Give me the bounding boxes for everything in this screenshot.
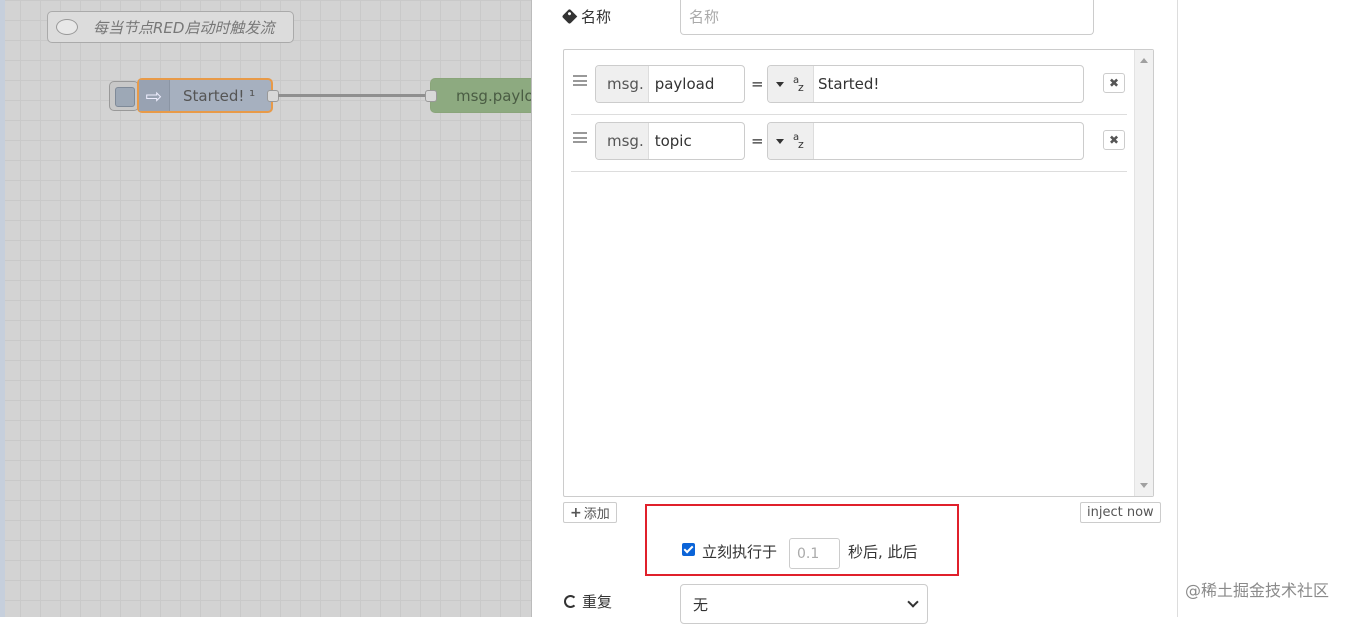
inject-once-label: 立刻执行于 — [702, 543, 778, 561]
workspace-left-edge — [0, 0, 5, 617]
comment-node[interactable]: 每当节点RED启动时触发流 — [47, 11, 294, 43]
repeat-label-text: 重复 — [582, 593, 613, 611]
debug-node[interactable]: msg.payload — [430, 78, 531, 113]
property-row: msg. topic = az ✖ — [571, 114, 1127, 172]
inject-node-label: Started! ¹ — [183, 86, 256, 105]
debug-node-label: msg.payload — [456, 86, 531, 105]
repeat-label: 重复 — [564, 591, 612, 612]
properties-scrollbar[interactable] — [1134, 50, 1153, 496]
property-value-input[interactable]: az Started! — [767, 65, 1084, 103]
property-field-text: payload — [654, 75, 715, 93]
repeat-select-value: 无 — [693, 595, 709, 614]
inject-node[interactable]: ⇨ Started! ¹ — [137, 78, 273, 113]
once-after-label: 秒后, 此后 — [848, 543, 918, 561]
scroll-down-arrow-icon[interactable] — [1140, 483, 1148, 488]
name-input[interactable] — [680, 0, 1094, 35]
property-value-input[interactable]: az — [767, 122, 1084, 160]
name-label-text: 名称 — [581, 8, 612, 26]
property-name-input[interactable]: msg. payload — [595, 65, 745, 103]
properties-list[interactable]: msg. payload = az Started! ✖ msg. topic … — [563, 49, 1154, 497]
add-property-button[interactable]: + 添加 — [563, 502, 617, 523]
msg-prefix-selector[interactable]: msg. — [596, 123, 649, 159]
comment-bubble-icon — [56, 19, 78, 35]
once-delay-placeholder: 0.1 — [797, 545, 820, 562]
value-type-selector[interactable]: az — [768, 66, 814, 102]
inject-now-label: inject now — [1087, 505, 1154, 520]
scroll-up-arrow-icon[interactable] — [1140, 58, 1148, 63]
caret-down-icon — [776, 81, 784, 87]
inject-trigger-square-icon — [115, 87, 135, 107]
value-type-selector[interactable]: az — [768, 123, 814, 159]
tag-icon — [561, 8, 578, 25]
property-field-text: topic — [654, 132, 692, 150]
comment-node-label: 每当节点RED启动时触发流 — [93, 18, 275, 37]
drag-handle-icon[interactable] — [573, 132, 587, 143]
repeat-icon — [564, 595, 577, 608]
flow-workspace[interactable]: 每当节点RED启动时触发流 ⇨ Started! ¹ msg.payload — [0, 0, 531, 617]
flow-wire[interactable] — [278, 94, 430, 97]
remove-property-button[interactable]: ✖ — [1103, 130, 1125, 150]
msg-prefix-selector[interactable]: msg. — [596, 66, 649, 102]
inject-once-checkbox[interactable] — [682, 543, 695, 556]
debug-input-port[interactable] — [425, 90, 437, 102]
repeat-select[interactable]: 无 — [680, 584, 928, 624]
drag-handle-icon[interactable] — [573, 75, 587, 86]
plus-icon: + — [570, 504, 582, 521]
caret-down-icon — [776, 138, 784, 144]
string-az-icon: az — [793, 75, 804, 94]
chevron-down-icon — [907, 596, 919, 608]
add-property-label: 添加 — [583, 507, 610, 522]
property-value-text: Started! — [818, 75, 880, 93]
once-delay-input[interactable]: 0.1 — [789, 538, 840, 569]
equals-sign: = — [751, 75, 764, 93]
remove-property-button[interactable]: ✖ — [1103, 73, 1125, 93]
inject-arrow-icon: ⇨ — [139, 80, 170, 111]
inject-trigger-button[interactable] — [109, 81, 139, 111]
equals-sign: = — [751, 132, 764, 150]
close-icon: ✖ — [1108, 133, 1120, 147]
name-label: 名称 — [561, 6, 612, 27]
watermark: @稀土掘金技术社区 — [1185, 581, 1330, 600]
property-name-input[interactable]: msg. topic — [595, 122, 745, 160]
inject-now-button[interactable]: inject now — [1080, 502, 1161, 523]
close-icon: ✖ — [1108, 76, 1120, 90]
property-row: msg. payload = az Started! ✖ — [571, 57, 1127, 115]
right-sidebar — [1177, 0, 1364, 617]
string-az-icon: az — [793, 132, 804, 151]
